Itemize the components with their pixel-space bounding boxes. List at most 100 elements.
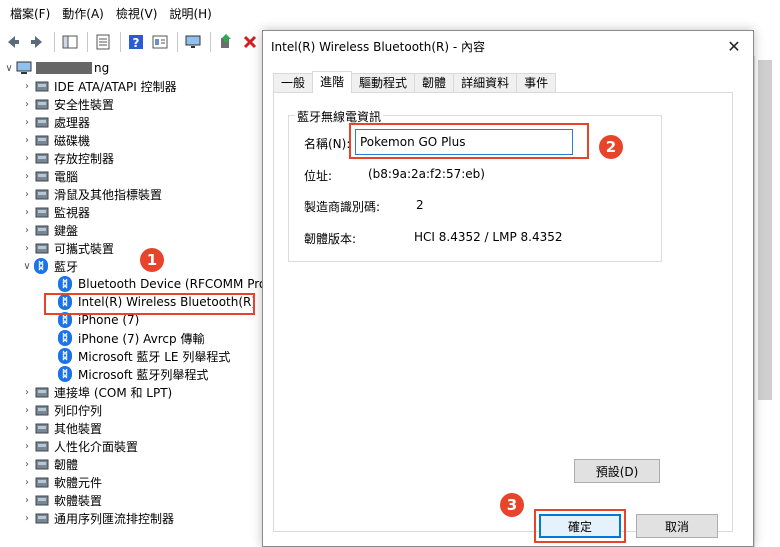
- chevron-right-icon[interactable]: ›: [20, 239, 34, 257]
- computer-icon: [34, 168, 50, 184]
- usb-controller-icon: [34, 510, 50, 526]
- tree-item[interactable]: ∨ ᛥ 藍牙: [20, 257, 78, 275]
- bluetooth-device-item[interactable]: ᛥ Microsoft 藍牙 LE 列舉程式: [58, 347, 230, 365]
- tree-item-label: 通用序列匯流排控制器: [54, 511, 175, 526]
- menu-help[interactable]: 說明(H): [163, 0, 217, 28]
- tree-item-label: 滑鼠及其他指標裝置: [54, 187, 163, 202]
- tree-item-label: 可攜式裝置: [54, 241, 115, 256]
- tree-item[interactable]: › 韌體: [20, 455, 78, 473]
- properties-pane-icon[interactable]: [59, 31, 81, 53]
- tree-root-label: ng: [94, 61, 110, 75]
- list-view-icon[interactable]: [92, 31, 114, 53]
- tree-item[interactable]: › 通用序列匯流排控制器: [20, 509, 174, 527]
- bluetooth-icon: ᛥ: [58, 366, 72, 382]
- tree-root[interactable]: ∨ ng: [2, 59, 109, 77]
- uninstall-device-icon[interactable]: [239, 31, 261, 53]
- tree-item[interactable]: › 連接埠 (COM 和 LPT): [20, 383, 172, 401]
- computer-icon: [16, 60, 32, 76]
- chevron-right-icon[interactable]: ›: [20, 221, 34, 239]
- tree-item[interactable]: › 軟體裝置: [20, 491, 102, 509]
- tree-item[interactable]: › 磁碟機: [20, 131, 90, 149]
- chevron-down-icon[interactable]: ∨: [20, 257, 34, 275]
- mouse-icon: [34, 186, 50, 202]
- tab-details[interactable]: 詳細資料: [453, 73, 518, 93]
- menu-action[interactable]: 動作(A): [56, 0, 110, 28]
- highlight-intel-bluetooth: [44, 293, 255, 315]
- toolbar-separator: [177, 32, 178, 52]
- ide-controller-icon: [34, 78, 50, 94]
- storage-controller-icon: [34, 150, 50, 166]
- chevron-down-icon[interactable]: ∨: [2, 59, 16, 77]
- portable-device-icon: [34, 240, 50, 256]
- back-arrow-icon[interactable]: [2, 31, 24, 53]
- tree-item-label: 其他裝置: [54, 421, 103, 436]
- chevron-right-icon[interactable]: ›: [20, 167, 34, 185]
- chevron-right-icon[interactable]: ›: [20, 185, 34, 203]
- menu-file[interactable]: 檔案(F): [4, 0, 56, 28]
- bluetooth-device-item[interactable]: ᛥ Microsoft 藍牙列舉程式: [58, 365, 208, 383]
- bluetooth-device-item[interactable]: ᛥ iPhone (7) Avrcp 傳輸: [58, 329, 204, 347]
- tree-item-label: 軟體裝置: [54, 493, 103, 508]
- tree-item[interactable]: › 軟體元件: [20, 473, 102, 491]
- chevron-right-icon[interactable]: ›: [20, 473, 34, 491]
- forward-arrow-icon[interactable]: [26, 31, 48, 53]
- chevron-right-icon[interactable]: ›: [20, 491, 34, 509]
- tree-item[interactable]: › 監視器: [20, 203, 90, 221]
- close-icon[interactable]: ✕: [725, 37, 743, 56]
- monitor-icon[interactable]: [182, 31, 204, 53]
- chevron-right-icon[interactable]: ›: [20, 455, 34, 473]
- toolbar-separator: [210, 32, 211, 52]
- chevron-right-icon[interactable]: ›: [20, 383, 34, 401]
- callout-3: 3: [500, 493, 524, 517]
- update-driver-icon[interactable]: [215, 31, 237, 53]
- callout-1: 1: [140, 248, 164, 272]
- details-view-icon[interactable]: [149, 31, 171, 53]
- chevron-right-icon[interactable]: ›: [20, 419, 34, 437]
- tree-item-label: 存放控制器: [54, 151, 115, 166]
- tree-item-label: 列印佇列: [54, 403, 103, 418]
- scrollbar[interactable]: [758, 60, 772, 400]
- tab-events[interactable]: 事件: [516, 73, 557, 93]
- tab-driver[interactable]: 驅動程式: [351, 73, 416, 93]
- chevron-right-icon[interactable]: ›: [20, 131, 34, 149]
- software-device-icon: [34, 492, 50, 508]
- highlight-ok-button: [534, 509, 626, 543]
- disk-drive-icon: [34, 132, 50, 148]
- chevron-right-icon[interactable]: ›: [20, 437, 34, 455]
- chevron-right-icon[interactable]: ›: [20, 509, 34, 527]
- security-device-icon: [34, 96, 50, 112]
- tree-item[interactable]: › 電腦: [20, 167, 78, 185]
- tree-item[interactable]: › 安全性裝置: [20, 95, 114, 113]
- chevron-right-icon[interactable]: ›: [20, 401, 34, 419]
- toolbar-separator: [87, 32, 88, 52]
- tree-item-label: 安全性裝置: [54, 97, 115, 112]
- tab-advanced[interactable]: 進階: [312, 71, 353, 93]
- menu-view[interactable]: 檢視(V): [110, 0, 164, 28]
- help-icon[interactable]: ?: [125, 31, 147, 53]
- chevron-right-icon[interactable]: ›: [20, 149, 34, 167]
- tree-item[interactable]: › 人性化介面裝置: [20, 437, 138, 455]
- tree-item[interactable]: › 可攜式裝置: [20, 239, 114, 257]
- cancel-button[interactable]: 取消: [636, 514, 718, 538]
- tree-item-label: 監視器: [54, 205, 91, 220]
- tree-item[interactable]: › 其他裝置: [20, 419, 102, 437]
- tab-firmware[interactable]: 韌體: [414, 73, 455, 93]
- bluetooth-icon: ᛥ: [58, 330, 72, 346]
- tree-item[interactable]: › 列印佇列: [20, 401, 102, 419]
- tree-item-label: Bluetooth Device (RFCOMM Prot: [78, 277, 262, 291]
- chevron-right-icon[interactable]: ›: [20, 77, 34, 95]
- chevron-right-icon[interactable]: ›: [20, 95, 34, 113]
- chevron-right-icon[interactable]: ›: [20, 113, 34, 131]
- other-device-icon: [34, 420, 50, 436]
- callout-2: 2: [599, 135, 623, 159]
- bluetooth-device-item[interactable]: ᛥ Bluetooth Device (RFCOMM Prot: [58, 275, 262, 293]
- tree-item[interactable]: › IDE ATA/ATAPI 控制器: [20, 77, 177, 95]
- tree-item[interactable]: › 滑鼠及其他指標裝置: [20, 185, 162, 203]
- tree-item[interactable]: › 存放控制器: [20, 149, 114, 167]
- tree-item[interactable]: › 鍵盤: [20, 221, 78, 239]
- tab-general[interactable]: 一般: [273, 73, 314, 93]
- tree-item[interactable]: › 處理器: [20, 113, 90, 131]
- chevron-right-icon[interactable]: ›: [20, 203, 34, 221]
- firmware-label: 韌體版本:: [304, 232, 357, 246]
- default-button[interactable]: 預設(D): [574, 459, 660, 483]
